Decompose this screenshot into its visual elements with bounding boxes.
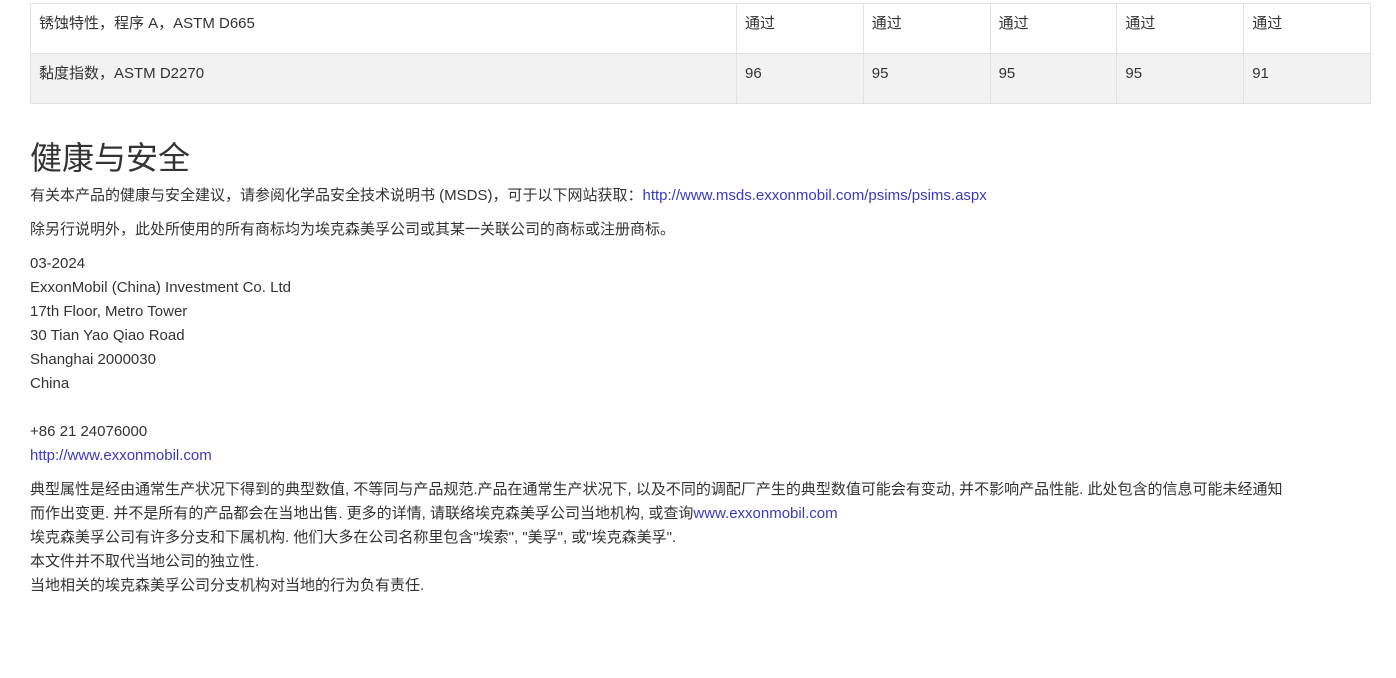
- table-row: 锈蚀特性，程序 A，ASTM D665 通过 通过 通过 通过 通过: [30, 3, 1371, 54]
- address-city: Shanghai 2000030: [30, 351, 156, 368]
- address-street: 30 Tian Yao Qiao Road: [30, 327, 185, 344]
- msds-link[interactable]: http://www.msds.exxonmobil.com/psims/psi…: [643, 187, 987, 204]
- msds-paragraph: 有关本产品的健康与安全建议，请参阅化学品安全技术说明书 (MSDS)，可于以下网…: [30, 184, 987, 208]
- disclaimer-line: 典型属性是经由通常生产状况下得到的典型数值, 不等同与产品规范.产品在通常生产状…: [30, 481, 1283, 498]
- row-value: 96: [736, 53, 864, 104]
- disclaimer-line: 本文件并不取代当地公司的独立性.: [30, 553, 260, 570]
- company-name: ExxonMobil (China) Investment Co. Ltd: [30, 279, 291, 296]
- disclaimer-line: 埃克森美孚公司有许多分支和下属机构. 他们大多在公司名称里包含"埃索", "美孚…: [30, 529, 677, 546]
- exxonmobil-link[interactable]: www.exxonmobil.com: [693, 505, 837, 522]
- row-value: 95: [862, 53, 991, 104]
- disclaimer: 典型属性是经由通常生产状况下得到的典型数值, 不等同与产品规范.产品在通常生产状…: [30, 478, 1370, 598]
- row-label: 黏度指数，ASTM D2270: [30, 53, 737, 104]
- trademark-paragraph: 除另行说明外，此处所使用的所有商标均为埃克森美孚公司或其某一关联公司的商标或注册…: [30, 221, 676, 238]
- row-value: 通过: [989, 3, 1118, 54]
- row-label: 锈蚀特性，程序 A，ASTM D665: [30, 3, 737, 54]
- table-row: 黏度指数，ASTM D2270 96 95 95 95 91: [30, 53, 1371, 104]
- phone-number: +86 21 24076000: [30, 423, 148, 440]
- address-country: China: [30, 375, 70, 392]
- row-value: 95: [1116, 53, 1245, 104]
- disclaimer-line: 当地相关的埃克森美孚公司分支机构对当地的行为负有责任.: [30, 577, 425, 594]
- properties-table: 锈蚀特性，程序 A，ASTM D665 通过 通过 通过 通过 通过 黏度指数，…: [30, 3, 1371, 104]
- disclaimer-text: 而作出变更. 并不是所有的产品都会在当地出售. 更多的详情, 请联络埃克森美孚公…: [30, 505, 694, 522]
- page: 锈蚀特性，程序 A，ASTM D665 通过 通过 通过 通过 通过 黏度指数，…: [0, 0, 1396, 678]
- section-title: 健康与安全: [30, 140, 191, 176]
- row-value: 通过: [862, 3, 991, 54]
- msds-text: 有关本产品的健康与安全建议，请参阅化学品安全技术说明书 (MSDS)，可于以下网…: [30, 187, 643, 204]
- row-value: 通过: [736, 3, 864, 54]
- address-block: 03-2024 ExxonMobil (China) Investment Co…: [30, 252, 291, 468]
- address-floor: 17th Floor, Metro Tower: [30, 303, 188, 320]
- row-value: 95: [989, 53, 1118, 104]
- website-link[interactable]: http://www.exxonmobil.com: [30, 447, 212, 464]
- row-value: 通过: [1116, 3, 1245, 54]
- disclaimer-line: 而作出变更. 并不是所有的产品都会在当地出售. 更多的详情, 请联络埃克森美孚公…: [30, 502, 1370, 526]
- row-value: 91: [1243, 53, 1371, 104]
- row-value: 通过: [1243, 3, 1371, 54]
- document-date: 03-2024: [30, 255, 86, 272]
